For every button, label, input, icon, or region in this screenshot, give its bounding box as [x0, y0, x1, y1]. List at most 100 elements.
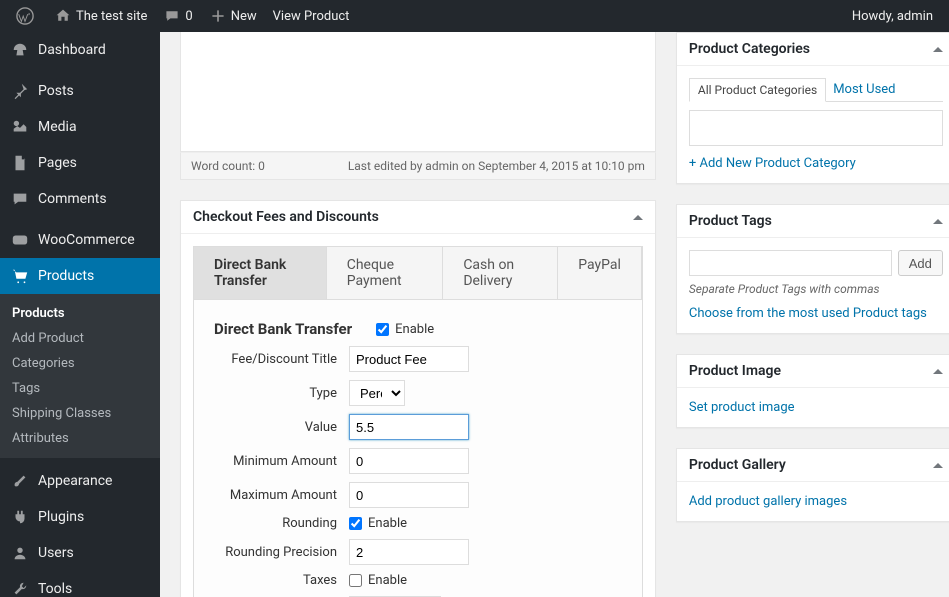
menu-pages[interactable]: Pages: [0, 145, 160, 181]
content-editor[interactable]: [180, 32, 656, 152]
add-gallery-images-link[interactable]: Add product gallery images: [689, 494, 847, 509]
choose-tags-link[interactable]: Choose from the most used Product tags: [689, 306, 927, 321]
product-gallery-box: Product Gallery Add product gallery imag…: [676, 448, 949, 522]
toggle-panel-icon[interactable]: [933, 219, 943, 224]
toggle-panel-icon[interactable]: [933, 47, 943, 52]
menu-appearance[interactable]: Appearance: [0, 463, 160, 499]
tab-direct-bank[interactable]: Direct Bank Transfer: [194, 247, 327, 299]
tag-input[interactable]: [689, 250, 892, 276]
toggle-panel-icon[interactable]: [933, 463, 943, 468]
menu-posts[interactable]: Posts: [0, 73, 160, 109]
howdy-link[interactable]: Howdy, admin: [844, 0, 941, 32]
wp-logo[interactable]: [8, 0, 46, 32]
min-amount-input[interactable]: [349, 448, 469, 474]
fee-title-input[interactable]: [349, 346, 469, 372]
submenu-attributes[interactable]: Attributes: [0, 426, 160, 451]
max-amount-label: Maximum Amount: [214, 488, 349, 503]
cat-tab-all[interactable]: All Product Categories: [689, 78, 826, 102]
page-icon: [10, 153, 30, 173]
menu-products[interactable]: Products: [0, 258, 160, 294]
dashboard-icon: [10, 40, 30, 60]
submenu-products: Products Add Product Categories Tags Shi…: [0, 294, 160, 458]
menu-plugins[interactable]: Plugins: [0, 499, 160, 535]
plus-icon: [209, 7, 227, 25]
value-label: Value: [214, 420, 349, 435]
plug-icon: [10, 507, 30, 527]
taxes-label: Taxes: [214, 573, 349, 588]
gateway-heading: Direct Bank Transfer: [214, 320, 364, 338]
product-tags-box: Product Tags Add Separate Product Tags w…: [676, 204, 949, 334]
toggle-panel-icon[interactable]: [933, 369, 943, 374]
product-gallery-title: Product Gallery: [689, 457, 786, 473]
woocommerce-icon: [10, 230, 30, 250]
menu-comments[interactable]: Comments: [0, 181, 160, 217]
media-icon: [10, 117, 30, 137]
add-new-category-link[interactable]: + Add New Product Category: [689, 156, 856, 171]
product-tags-title: Product Tags: [689, 213, 772, 229]
cart-icon: [10, 266, 30, 286]
fee-title-label: Fee/Discount Title: [214, 352, 349, 367]
product-image-box: Product Image Set product image: [676, 354, 949, 428]
submenu-shipping-classes[interactable]: Shipping Classes: [0, 401, 160, 426]
product-categories-title: Product Categories: [689, 41, 810, 57]
cat-tab-most-used[interactable]: Most Used: [825, 78, 903, 101]
wrench-icon: [10, 579, 30, 597]
product-categories-box: Product Categories All Product Categorie…: [676, 32, 949, 184]
min-amount-label: Minimum Amount: [214, 454, 349, 469]
rounding-precision-input[interactable]: [349, 539, 469, 565]
view-product-label: View Product: [273, 9, 350, 24]
last-edited: Last edited by admin on September 4, 201…: [348, 159, 645, 173]
tab-cheque[interactable]: Cheque Payment: [327, 247, 444, 299]
enable-gateway-checkbox[interactable]: [376, 323, 389, 336]
admin-bar: The test site 0 New View Product Howdy, …: [0, 0, 949, 32]
submenu-add-product[interactable]: Add Product: [0, 326, 160, 351]
menu-dashboard[interactable]: Dashboard: [0, 32, 160, 68]
set-product-image-link[interactable]: Set product image: [689, 400, 795, 415]
tab-cod[interactable]: Cash on Delivery: [443, 247, 558, 299]
site-link[interactable]: The test site: [46, 0, 155, 32]
editor-status-bar: Word count: 0 Last edited by admin on Se…: [180, 152, 656, 180]
menu-tools[interactable]: Tools: [0, 571, 160, 597]
add-tag-button[interactable]: Add: [898, 250, 943, 276]
max-amount-input[interactable]: [349, 482, 469, 508]
home-icon: [54, 7, 72, 25]
tag-hint: Separate Product Tags with commas: [689, 282, 943, 296]
rounding-enable-label: Enable: [368, 516, 407, 531]
comment-icon: [10, 189, 30, 209]
new-link[interactable]: New: [201, 0, 265, 32]
comment-count: 0: [185, 9, 192, 24]
menu-users[interactable]: Users: [0, 535, 160, 571]
brush-icon: [10, 471, 30, 491]
submenu-products-all[interactable]: Products: [0, 301, 160, 326]
user-icon: [10, 543, 30, 563]
comment-icon: [163, 7, 181, 25]
submenu-tags[interactable]: Tags: [0, 376, 160, 401]
tab-paypal[interactable]: PayPal: [558, 247, 642, 299]
comments-link[interactable]: 0: [155, 0, 200, 32]
new-label: New: [231, 9, 257, 24]
taxes-enable-label: Enable: [368, 573, 407, 588]
howdy-label: Howdy, admin: [852, 9, 933, 24]
type-select[interactable]: Percent: [349, 380, 405, 406]
gateway-tabs: Direct Bank Transfer Cheque Payment Cash…: [194, 247, 642, 300]
checkout-fees-box: Checkout Fees and Discounts Direct Bank …: [180, 200, 656, 597]
rounding-checkbox[interactable]: [349, 517, 362, 530]
product-image-title: Product Image: [689, 363, 781, 379]
value-input[interactable]: [349, 414, 469, 440]
toggle-panel-icon[interactable]: [633, 215, 643, 220]
type-label: Type: [214, 386, 349, 401]
category-list[interactable]: [689, 110, 943, 146]
rounding-label: Rounding: [214, 516, 349, 531]
taxes-checkbox[interactable]: [349, 574, 362, 587]
site-name: The test site: [76, 9, 147, 24]
menu-media[interactable]: Media: [0, 109, 160, 145]
menu-woocommerce[interactable]: WooCommerce: [0, 222, 160, 258]
checkout-fees-title: Checkout Fees and Discounts: [193, 209, 379, 225]
rounding-precision-label: Rounding Precision: [214, 545, 349, 560]
submenu-categories[interactable]: Categories: [0, 351, 160, 376]
word-count: Word count: 0: [191, 159, 265, 173]
view-product-link[interactable]: View Product: [265, 0, 358, 32]
enable-label: Enable: [395, 322, 434, 337]
admin-sidebar: Dashboard Posts Media Pages Comments Woo…: [0, 32, 160, 597]
pin-icon: [10, 81, 30, 101]
